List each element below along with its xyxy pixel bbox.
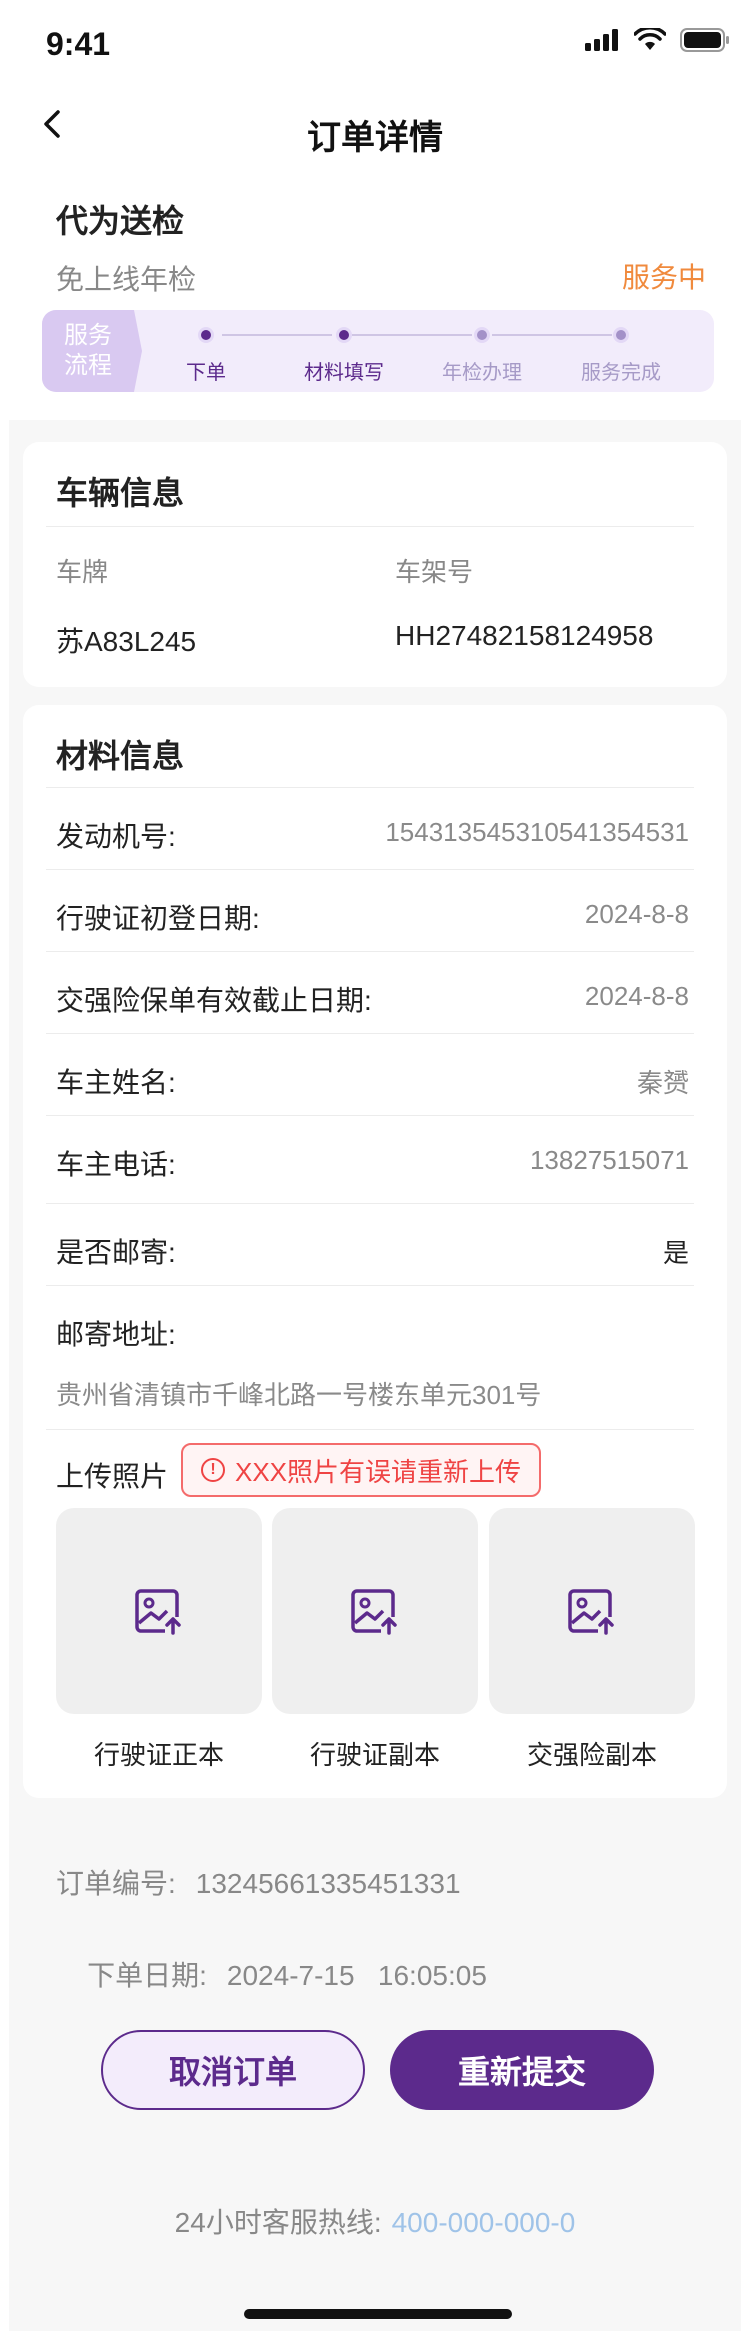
flow-connector (492, 334, 612, 336)
battery-icon (680, 28, 729, 52)
flow-step-label: 年检办理 (442, 362, 522, 384)
photo-upload-license-copy[interactable] (272, 1508, 478, 1714)
divider (46, 1429, 694, 1430)
flow-tag: 服务 流程 (42, 310, 142, 392)
order-date-row: 下单日期: 2024-7-15 16:05:05 (56, 1922, 487, 2026)
hotline-label: 24小时客服热线: (174, 2207, 382, 2238)
flow-tag-line2: 流程 (64, 352, 112, 379)
insurance-date-label: 交强险保单有效截止日期: (56, 985, 372, 1016)
flow-connector (222, 334, 332, 336)
hotline-number-link[interactable]: 400-000-000-0 (392, 2207, 576, 2238)
alert-circle-icon: ! (201, 1458, 225, 1482)
service-flow: 服务 流程 下单 材料填写 年检办理 服务完成 (42, 310, 714, 392)
service-status-badge: 服务中 (621, 262, 706, 293)
license-date-value: 2024-8-8 (584, 899, 689, 929)
mail-option-value: 是 (662, 1238, 689, 1268)
insurance-date-value: 2024-8-8 (584, 981, 689, 1011)
vin-label: 车架号 (395, 557, 474, 587)
order-number-label: 订单编号: (56, 1868, 176, 1899)
flow-step-dot (613, 327, 629, 343)
flow-connector (352, 334, 472, 336)
divider (46, 1033, 694, 1034)
divider (46, 951, 694, 952)
status-icons (584, 28, 730, 52)
divider (46, 1203, 694, 1204)
status-time: 9:41 (46, 26, 111, 62)
mail-address-value: 贵州省清镇市千峰北路一号楼东单元301号 (56, 1380, 542, 1410)
divider (46, 869, 694, 870)
order-date-label: 下单日期: (87, 1960, 207, 1991)
plate-value: 苏A83L245 (56, 626, 197, 657)
divider (46, 1285, 694, 1286)
photo-upload-license-front[interactable] (56, 1508, 262, 1714)
image-upload-icon (568, 1589, 616, 1635)
page-title: 订单详情 (307, 119, 443, 157)
image-upload-icon (135, 1589, 183, 1635)
upload-error-badge: ! XXX照片有误请重新上传 (181, 1443, 541, 1497)
order-number-value: 13245661335451331 (195, 1868, 461, 1899)
page: 9:41 订单详情 代为送检 免上线年检 服务中 服务 流程 下单 材料填写 年… (0, 0, 750, 2331)
divider (46, 526, 694, 527)
license-date-label: 行驶证初登日期: (56, 903, 260, 934)
vehicle-info-title: 车辆信息 (56, 475, 185, 511)
engine-number-label: 发动机号: (56, 821, 176, 852)
divider (46, 787, 694, 788)
flow-step-label: 下单 (186, 362, 226, 384)
wifi-icon (634, 28, 666, 50)
home-indicator (244, 2309, 512, 2319)
vehicle-info-card: 车辆信息 车牌 车架号 苏A83L245 HH27482158124958 (23, 442, 727, 687)
mail-option-label: 是否邮寄: (56, 1237, 176, 1268)
owner-phone-value: 13827515071 (529, 1145, 689, 1175)
flow-tag-line1: 服务 (64, 322, 112, 349)
upload-photo-label: 上传照片 (56, 1461, 169, 1492)
photo-upload-insurance-copy[interactable] (489, 1508, 695, 1714)
mail-address-label: 邮寄地址: (56, 1319, 176, 1350)
divider (46, 1115, 694, 1116)
vin-value: HH27482158124958 (395, 620, 654, 651)
photo-caption: 行驶证正本 (93, 1740, 224, 1770)
resubmit-button[interactable]: 重新提交 (390, 2030, 654, 2110)
service-title: 代为送检 (56, 203, 185, 239)
plate-label: 车牌 (56, 557, 109, 587)
engine-number-value: 154313545310541354531 (385, 817, 689, 847)
signal-icon (585, 29, 618, 51)
flow-step-dot (198, 327, 214, 343)
service-subtitle: 免上线年检 (56, 264, 197, 295)
flow-step-dot (336, 327, 352, 343)
flow-step-label: 服务完成 (581, 362, 661, 384)
owner-name-label: 车主姓名: (56, 1067, 176, 1098)
flow-step-dot (474, 327, 490, 343)
upload-error-text: XXX照片有误请重新上传 (235, 1456, 522, 1487)
cancel-order-button[interactable]: 取消订单 (101, 2030, 365, 2110)
image-upload-icon (351, 1589, 399, 1635)
materials-info-card: 材料信息 发动机号: 154313545310541354531 行驶证初登日期… (23, 705, 727, 1798)
photo-caption: 交强险副本 (526, 1740, 657, 1770)
order-number-row: 订单编号: 13245661335451331 (56, 1862, 461, 1902)
owner-name-value: 秦赟 (636, 1068, 689, 1098)
order-date-value: 2024-7-15 16:05:05 (226, 1960, 487, 1991)
owner-phone-label: 车主电话: (56, 1149, 176, 1180)
flow-step-label: 材料填写 (304, 362, 384, 384)
materials-info-title: 材料信息 (56, 738, 185, 774)
hotline: 24小时客服热线: 400-000-000-0 (0, 2201, 750, 2241)
photo-caption: 行驶证副本 (309, 1740, 440, 1770)
